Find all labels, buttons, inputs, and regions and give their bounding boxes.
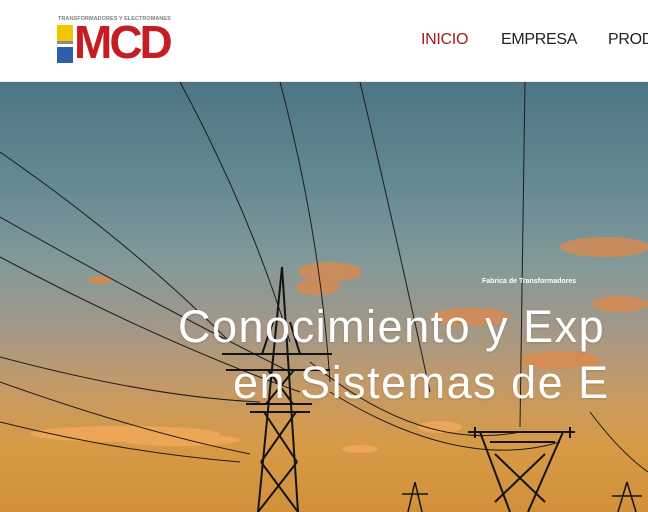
hero-headline-line2: en Sistemas de E bbox=[233, 357, 610, 408]
hero-kicker: Fabrica de Transformadores bbox=[482, 278, 577, 285]
nav-productos[interactable]: PROD bbox=[608, 29, 648, 51]
hero-banner: Fabrica de Transformadores Conocimiento … bbox=[0, 82, 648, 512]
power-lines-illustration bbox=[0, 82, 648, 512]
nav-inicio[interactable]: INICIO bbox=[421, 29, 468, 51]
site-header: TRANSFORMADORES Y ELECTROMANES MCD INICI… bbox=[0, 0, 648, 82]
main-nav: INICIO EMPRESA PROD bbox=[0, 29, 648, 53]
hero-headline-line1: Conocimiento y Exp bbox=[178, 301, 606, 352]
nav-empresa[interactable]: EMPRESA bbox=[501, 29, 577, 51]
